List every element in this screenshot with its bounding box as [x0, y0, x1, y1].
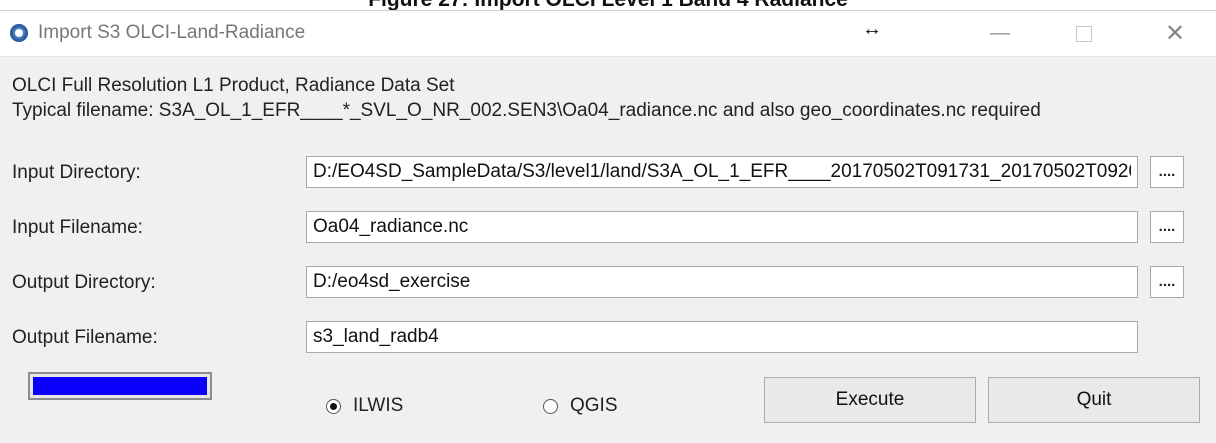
output-directory-label: Output Directory: — [12, 272, 156, 293]
input-directory-field[interactable] — [306, 156, 1138, 188]
title-bar: Import S3 OLCI-Land-Radiance ↔ — ✕ — [0, 11, 1216, 57]
output-filename-field[interactable] — [306, 321, 1138, 353]
typical-filename-note: Typical filename: S3A_OL_1_EFR____*_SVL_… — [12, 100, 1041, 121]
product-description: OLCI Full Resolution L1 Product, Radianc… — [12, 75, 455, 96]
input-filename-label: Input Filename: — [12, 217, 143, 238]
ilwis-label: ILWIS — [353, 395, 404, 416]
resize-arrows-icon: ↔ — [862, 18, 882, 40]
close-button[interactable]: ✕ — [1145, 11, 1205, 56]
window-title: Import S3 OLCI-Land-Radiance — [38, 22, 306, 43]
minimize-button[interactable]: — — [970, 11, 1030, 56]
maximize-button[interactable] — [1054, 11, 1114, 56]
maximize-icon — [1076, 25, 1092, 42]
output-filename-label: Output Filename: — [12, 327, 158, 348]
import-dialog: Import S3 OLCI-Land-Radiance ↔ — ✕ OLCI … — [0, 10, 1216, 443]
execute-button[interactable]: Execute — [764, 377, 976, 423]
input-filename-browse-button[interactable]: .... — [1150, 211, 1184, 243]
input-directory-label: Input Directory: — [12, 162, 141, 183]
progress-bar — [28, 372, 212, 400]
quit-button[interactable]: Quit — [988, 377, 1200, 423]
input-directory-browse-button[interactable]: .... — [1150, 156, 1184, 188]
ilwis-radio-button[interactable] — [326, 398, 341, 414]
qgis-radio-button[interactable] — [543, 398, 558, 414]
qgis-label: QGIS — [570, 395, 618, 416]
progress-fill — [33, 377, 207, 395]
output-directory-browse-button[interactable]: .... — [1150, 266, 1184, 298]
app-icon — [10, 24, 28, 42]
input-filename-field[interactable] — [306, 211, 1138, 243]
output-directory-field[interactable] — [306, 266, 1138, 298]
format-option-ilwis[interactable]: ILWIS — [326, 395, 403, 417]
format-option-qgis[interactable]: QGIS — [543, 395, 618, 417]
figure-caption: Figure 27: Import OLCI Level 1 Band 4 Ra… — [0, 0, 1216, 10]
